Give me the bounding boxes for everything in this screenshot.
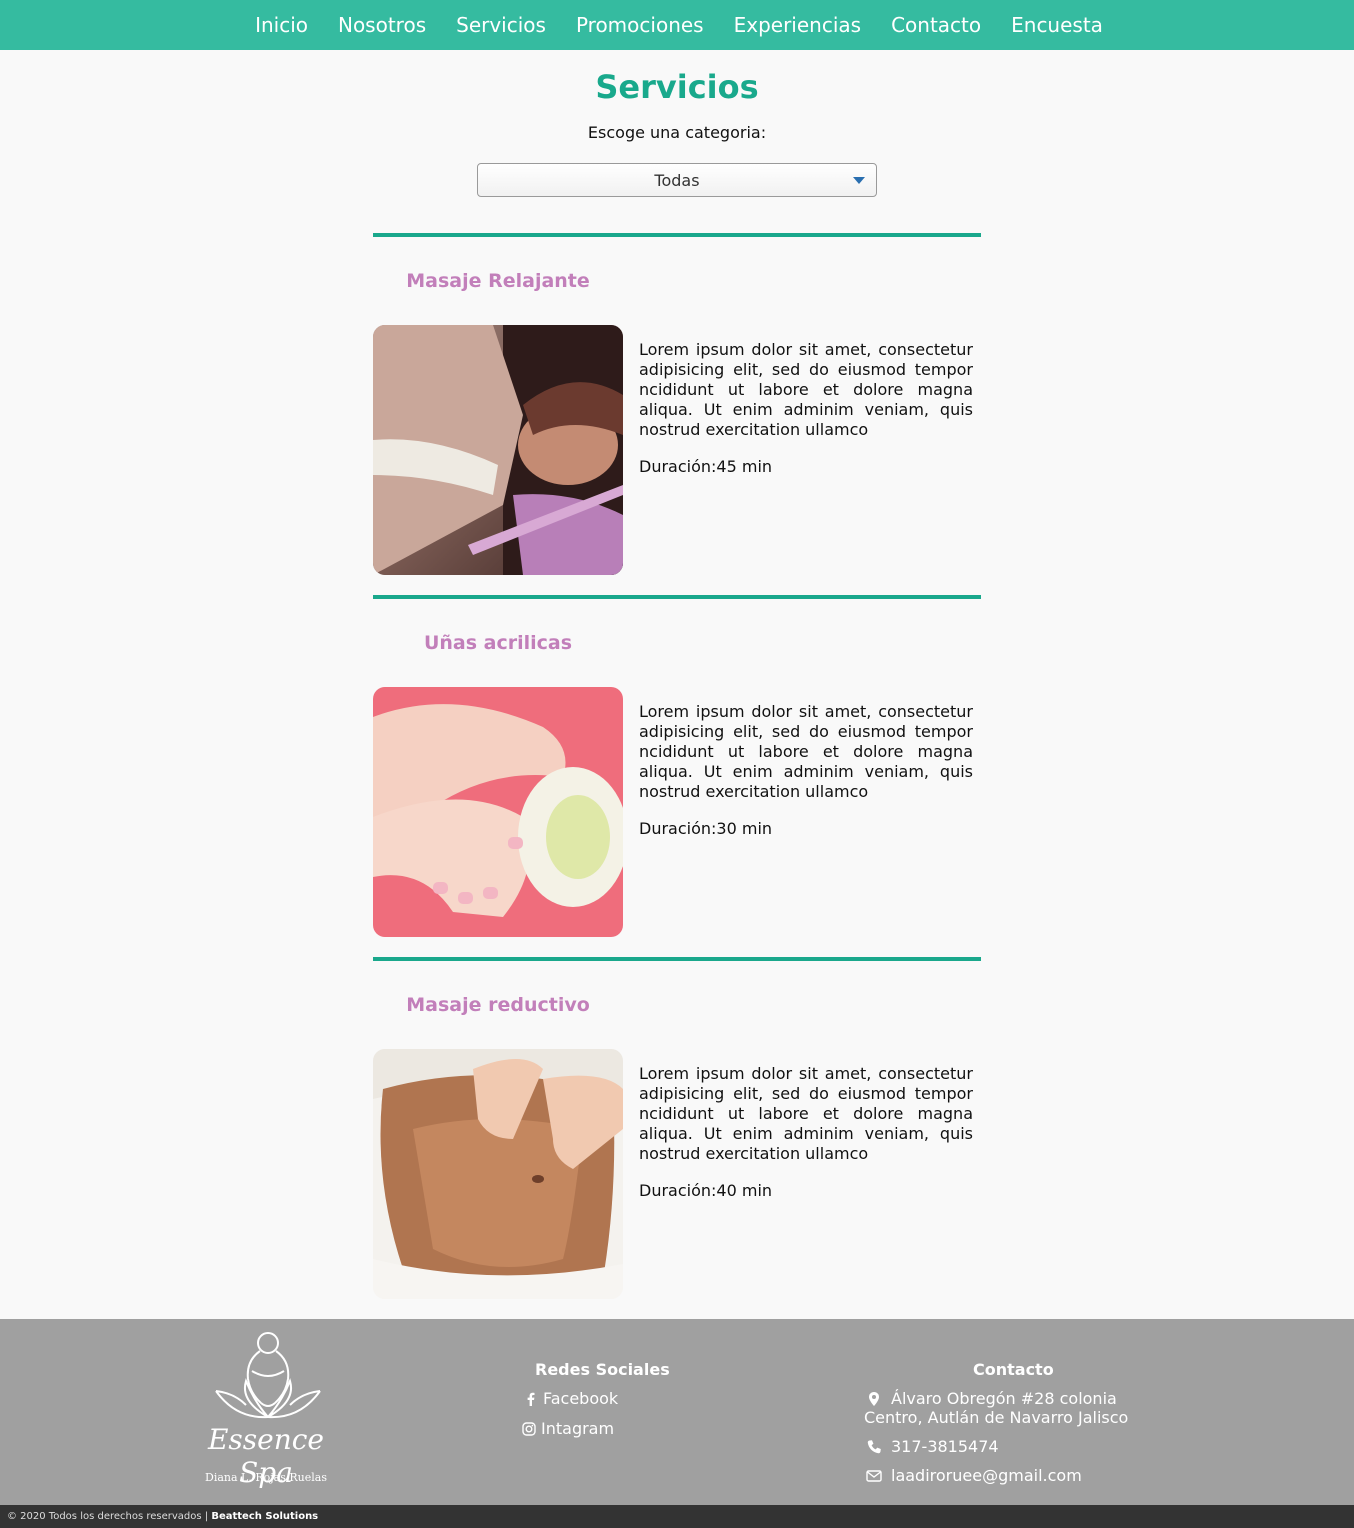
envelope-icon	[866, 1470, 882, 1482]
service-description: Lorem ipsum dolor sit amet, consectetur …	[639, 702, 973, 801]
contact-title: Contacto	[973, 1360, 1054, 1379]
category-select-value: Todas	[654, 170, 700, 190]
social-title: Redes Sociales	[535, 1360, 670, 1379]
service-description: Lorem ipsum dolor sit amet, consectetur …	[639, 1064, 973, 1163]
section-divider	[373, 957, 981, 961]
facebook-link[interactable]: Facebook	[524, 1389, 618, 1408]
instagram-icon	[522, 1421, 536, 1436]
service-image-massage	[373, 325, 623, 575]
nav-list: Inicio Nosotros Servicios Promociones Ex…	[251, 13, 1103, 37]
nav-item-inicio[interactable]: Inicio	[255, 13, 308, 37]
service-image-reductive-massage	[373, 1049, 623, 1299]
copyright-text: © 2020 Todos los derechos reservados |	[7, 1511, 209, 1522]
contact-address: Álvaro Obregón #28 colonia Centro, Autlá…	[864, 1389, 1154, 1427]
chevron-down-icon	[853, 177, 865, 184]
category-select[interactable]: Todas	[477, 163, 877, 197]
copyright-bar: © 2020 Todos los derechos reservados | B…	[0, 1505, 1354, 1528]
category-label: Escoge una categoria:	[587, 123, 767, 142]
nav-item-experiencias[interactable]: Experiencias	[734, 13, 861, 37]
contact-phone-text: 317-3815474	[891, 1437, 999, 1456]
contact-address-text: Álvaro Obregón #28 colonia Centro, Autlá…	[864, 1389, 1129, 1427]
map-marker-icon	[869, 1392, 879, 1406]
instagram-link[interactable]: Intagram	[522, 1419, 614, 1438]
service-duration: Duración:30 min	[639, 819, 773, 838]
nav-item-contacto[interactable]: Contacto	[891, 13, 981, 37]
brand-subtitle: Diana L. Rojas Ruelas	[205, 1471, 327, 1484]
nav-item-nosotros[interactable]: Nosotros	[338, 13, 426, 37]
nav-item-servicios[interactable]: Servicios	[456, 13, 546, 37]
contact-email[interactable]: laadiroruee@gmail.com	[866, 1466, 1082, 1485]
service-duration: Duración:45 min	[639, 457, 773, 476]
section-divider	[373, 233, 981, 237]
lotus-figure-icon	[215, 1332, 321, 1419]
service-duration: Duración:40 min	[639, 1181, 773, 1200]
service-description: Lorem ipsum dolor sit amet, consectetur …	[639, 340, 973, 439]
service-image-nails	[373, 687, 623, 937]
footer: Essence Spa Diana L. Rojas Ruelas Redes …	[0, 1319, 1354, 1505]
instagram-label: Intagram	[541, 1419, 615, 1438]
contact-email-text: laadiroruee@gmail.com	[891, 1466, 1082, 1485]
company-name: Beattech Solutions	[211, 1511, 319, 1522]
contact-phone: 317-3815474	[866, 1437, 999, 1456]
service-title: Uñas acrilicas	[423, 632, 573, 654]
section-divider	[373, 595, 981, 599]
facebook-label: Facebook	[543, 1389, 619, 1408]
facebook-icon	[527, 1392, 535, 1406]
service-title: Masaje Relajante	[406, 270, 590, 292]
spa-logo: Essence Spa Diana L. Rojas Ruelas	[186, 1331, 346, 1489]
nav-item-promociones[interactable]: Promociones	[576, 13, 704, 37]
main-navbar: Inicio Nosotros Servicios Promociones Ex…	[0, 0, 1354, 50]
service-title: Masaje reductivo	[406, 994, 590, 1016]
nav-item-encuesta[interactable]: Encuesta	[1011, 13, 1103, 37]
phone-icon	[867, 1440, 881, 1454]
page-title: Servicios	[595, 68, 759, 106]
